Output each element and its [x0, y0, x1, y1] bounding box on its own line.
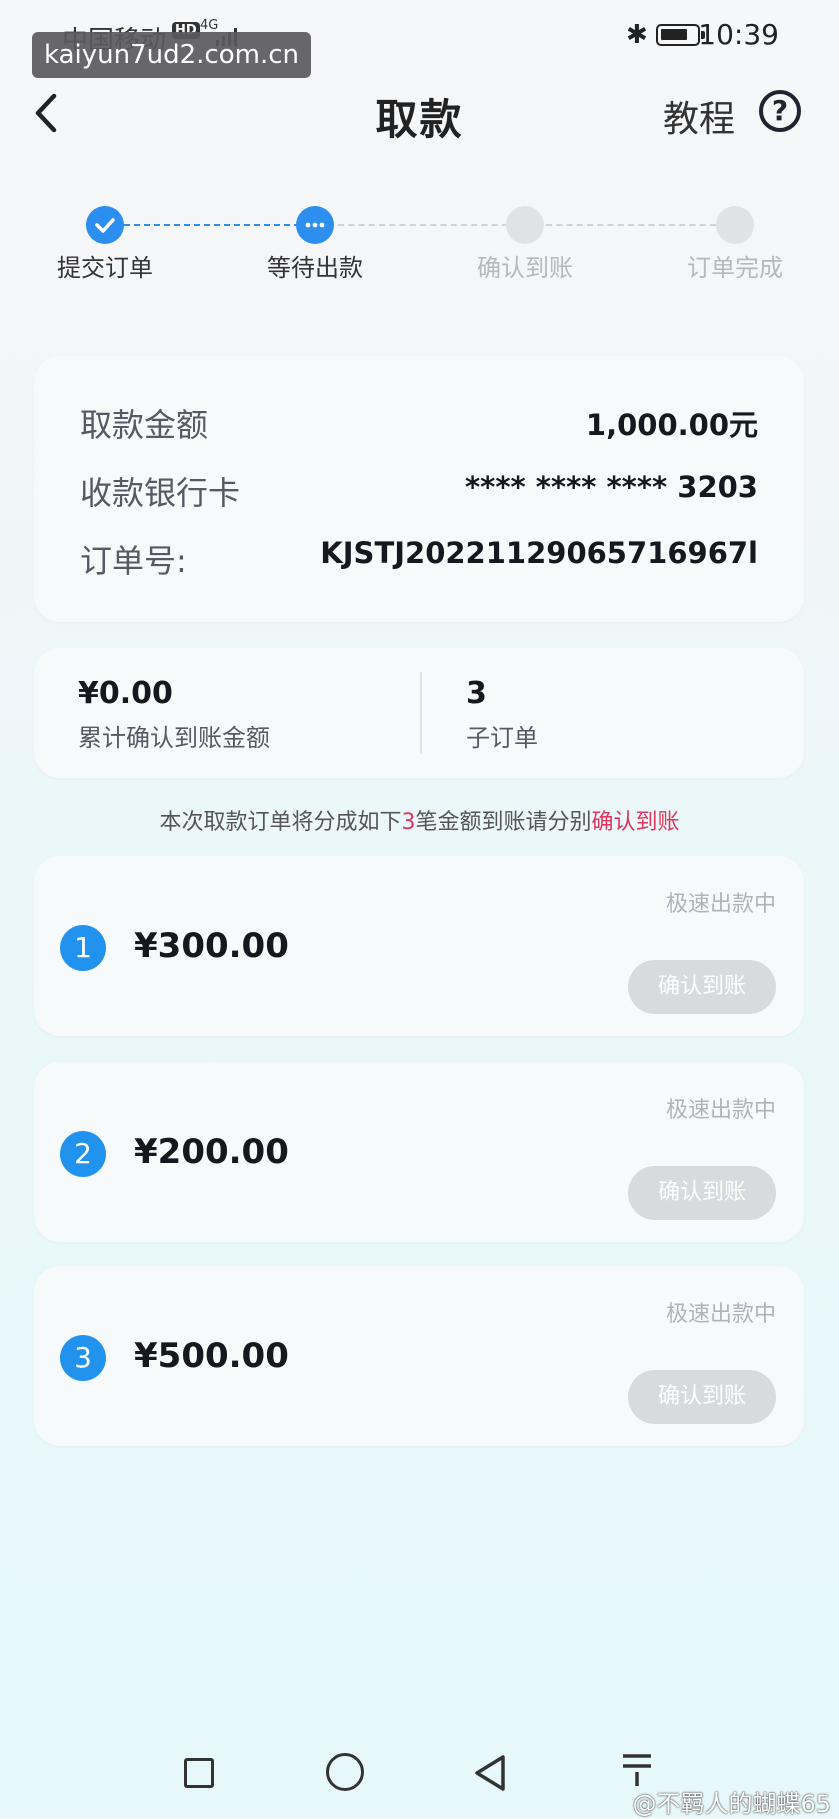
tutorial-link[interactable]: 教程: [663, 90, 735, 142]
help-icon[interactable]: ?: [759, 90, 801, 132]
url-watermark: kaiyun7ud2.com.cn: [32, 32, 311, 78]
suborder-label: 子订单: [466, 724, 538, 752]
step-connector: [338, 224, 508, 226]
step-pending-icon: [716, 206, 754, 244]
amount-label: 取款金额: [80, 406, 209, 444]
clock: 10:39: [698, 18, 779, 51]
bluetooth-icon: ✱: [626, 20, 648, 50]
suborder-card: 2 ¥200.00 极速出款中 确认到账: [34, 1062, 804, 1242]
amount-value: 1,000.00元: [585, 408, 758, 442]
suborder-card: 3 ¥500.00 极速出款中 确认到账: [34, 1266, 804, 1446]
suborder-index: 2: [60, 1131, 106, 1177]
confirm-receipt-button[interactable]: 确认到账: [628, 960, 776, 1014]
order-number-value: KJSTJ20221129065716967l: [320, 536, 758, 570]
summary-card: ¥0.00 累计确认到账金额 3 子订单: [34, 648, 804, 778]
step-connector: [124, 224, 300, 226]
back-nav-button[interactable]: [470, 1752, 510, 1794]
suborder-amount: ¥200.00: [134, 1132, 289, 1172]
suborder-status: 极速出款中: [665, 1302, 776, 1327]
suborder-index: 3: [60, 1335, 106, 1381]
step-label: 提交订单: [57, 254, 153, 282]
suborder-index: 1: [60, 925, 106, 971]
confirm-receipt-button[interactable]: 确认到账: [628, 1166, 776, 1220]
step-connector: [546, 224, 716, 226]
recent-apps-button[interactable]: [184, 1758, 214, 1788]
suborder-status: 极速出款中: [665, 1098, 776, 1123]
step-label: 订单完成: [687, 254, 783, 282]
suborder-amount: ¥500.00: [134, 1336, 289, 1376]
notice-confirm-link[interactable]: 确认到账: [592, 810, 680, 835]
confirm-receipt-button[interactable]: 确认到账: [628, 1370, 776, 1424]
suborder-card: 1 ¥300.00 极速出款中 确认到账: [34, 856, 804, 1036]
notice-prefix: 本次取款订单将分成如下: [159, 810, 402, 835]
step-done-icon: [86, 206, 124, 244]
battery-icon: [656, 24, 705, 46]
notice-count: 3: [401, 810, 416, 835]
bank-card-label: 收款银行卡: [80, 474, 241, 512]
split-notice: 本次取款订单将分成如下3笔金额到账请分别确认到账: [0, 804, 839, 836]
confirmed-amount-label: 累计确认到账金额: [78, 724, 270, 752]
home-button[interactable]: [326, 1753, 364, 1791]
withdrawal-details-card: 取款金额 1,000.00元 收款银行卡 **** **** **** 3203…: [34, 356, 804, 622]
confirmed-amount-value: ¥0.00: [78, 676, 173, 711]
step-label: 等待出款: [267, 254, 363, 282]
order-number-label: 订单号:: [80, 542, 187, 580]
notice-middle: 笔金额到账请分别: [415, 810, 592, 835]
step-current-icon: [296, 206, 334, 244]
step-label: 确认到账: [477, 254, 573, 282]
suborder-status: 极速出款中: [665, 892, 776, 917]
suborder-amount: ¥300.00: [134, 926, 289, 966]
bank-card-value: **** **** **** 3203: [465, 470, 758, 504]
author-watermark: @不羁人的蝴蝶65: [632, 1790, 831, 1818]
step-pending-icon: [506, 206, 544, 244]
suborder-count: 3: [466, 676, 487, 711]
summary-divider: [420, 672, 422, 754]
